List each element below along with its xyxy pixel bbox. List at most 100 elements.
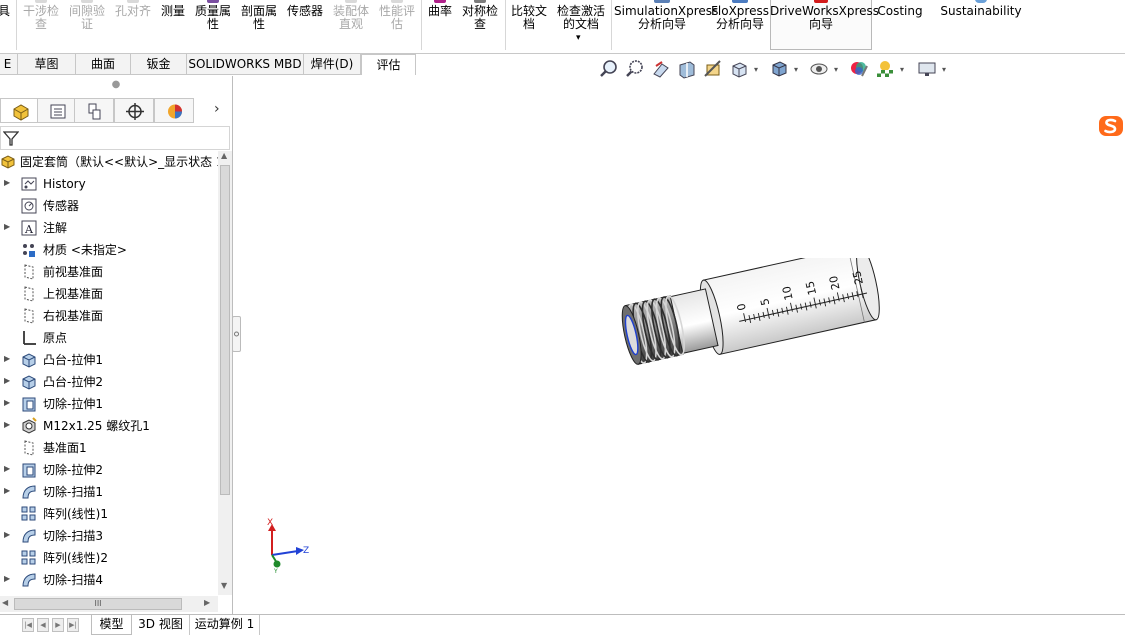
ribbon-separator [421,0,422,50]
display-style-icon[interactable] [768,58,790,80]
expand-arrow-icon[interactable]: ▶ [4,574,10,583]
plane-icon [24,286,34,302]
tree-item[interactable]: 上视基准面 [0,283,218,305]
previous-view-icon[interactable] [650,58,672,80]
costing-label: Costing [877,4,923,18]
panel-grip[interactable]: ● [0,76,232,96]
tree-item-label: 切除-扫描1 [43,485,103,499]
expand-arrow-icon[interactable]: ▶ [4,376,10,385]
model-sleeve[interactable]: 0510 15 20 25 [600,258,890,418]
tree-filter[interactable] [0,126,230,150]
tree-item[interactable]: ▶ A 注解 [0,217,218,239]
chevron-down-icon[interactable]: ▾ [834,65,842,74]
horizontal-scroll-thumb[interactable]: III [14,598,182,610]
chevron-down-icon[interactable]: ▾ [942,65,950,74]
scroll-right-icon[interactable]: ▶ [204,598,210,607]
driveworksxpress-button[interactable]: DriveWorksXpress 向导 [770,0,879,50]
scroll-left-icon[interactable]: ◀ [2,598,8,607]
tree-item[interactable]: ▶ 切除-扫描1 [0,481,218,503]
tree-item[interactable]: 传感器 [0,195,218,217]
section-view-icon[interactable] [676,58,698,80]
tree-item[interactable]: 阵列(线性)1 [0,503,218,525]
tree-item[interactable]: ▶ 切除-扫描4 [0,569,218,591]
command-manager-ribbon: 具 干涉检 查 间隙验 证 孔对齐 测量 质量属 性 剖面属 性 传感器 装配体… [0,0,1125,54]
tab-features[interactable]: E [0,54,18,75]
prev-tab-icon[interactable]: ◀ [37,618,49,632]
expand-arrow-icon[interactable]: ▶ [4,486,10,495]
chevron-down-icon[interactable]: ▾ [754,65,762,74]
tree-item[interactable]: 右视基准面 [0,305,218,327]
annotation-icon: A [21,220,37,236]
tab-property-manager[interactable] [37,98,77,123]
expand-arrow-icon[interactable]: ▶ [4,530,10,539]
filter-icon [3,131,19,146]
expand-arrow-icon[interactable]: ▶ [4,420,10,429]
assembly-visualization-icon [345,0,357,3]
reference-triad[interactable]: X Z Y [262,515,312,573]
first-tab-icon[interactable]: |◀ [22,618,34,632]
tree-item[interactable]: ▶ 切除-扫描3 [0,525,218,547]
tab-sheet-metal[interactable]: 钣金 [131,54,187,75]
tree-item[interactable]: ▶ 凸台-拉伸1 [0,349,218,371]
tree-item[interactable]: ▶ 凸台-拉伸2 [0,371,218,393]
edit-appearance-icon[interactable] [848,58,870,80]
chevron-right-icon[interactable]: › [214,101,220,117]
expand-arrow-icon[interactable]: ▶ [4,398,10,407]
scroll-down-icon[interactable]: ▼ [221,581,227,590]
expand-arrow-icon[interactable]: ▶ [4,178,10,187]
expand-arrow-icon[interactable]: ▶ [4,354,10,363]
tree-horizontal-scrollbar[interactable]: ◀ III ▶ [0,596,218,612]
zoom-to-area-icon[interactable] [624,58,646,80]
tree-item-label: 传感器 [43,199,80,213]
tree-item-label: 切除-拉伸2 [43,463,103,477]
tree-item[interactable]: 前视基准面 [0,261,218,283]
compare-documents-label: 比较文 档 [510,4,547,31]
tab-sketch[interactable]: 草图 [18,54,76,75]
tab-evaluate[interactable]: 评估 [361,54,416,75]
vertical-scroll-thumb[interactable] [220,165,230,495]
tree-item[interactable]: ▶ History [0,173,218,195]
tree-item[interactable]: ▶ 切除-拉伸1 [0,393,218,415]
tree-item[interactable]: ▶ 切除-拉伸2 [0,459,218,481]
expand-arrow-icon[interactable]: ▶ [4,222,10,231]
tab-weldments[interactable]: 焊件(D) [304,54,361,75]
tab-configuration-manager[interactable] [74,98,114,123]
last-tab-icon[interactable]: ▶| [67,618,79,632]
zoom-to-fit-icon[interactable] [598,58,620,80]
tab-3d-views[interactable]: 3D 视图 [132,615,190,635]
apply-scene-icon[interactable] [874,58,896,80]
view-settings-icon[interactable] [916,58,938,80]
next-tab-icon[interactable]: ▶ [52,618,64,632]
chevron-down-icon[interactable]: ▾ [900,65,908,74]
tab-feature-manager[interactable] [0,98,40,123]
tree-root[interactable]: 固定套筒（默认<<默认>_显示状态 1 [0,151,218,173]
tab-dimxpert-manager[interactable] [114,98,154,123]
tab-display-manager[interactable] [154,98,194,123]
input-method-icon[interactable] [1097,112,1125,140]
tree-item[interactable]: 阵列(线性)2 [0,547,218,569]
section-properties-label: 剖面属 性 [240,4,277,31]
expand-arrow-icon[interactable]: ▶ [4,464,10,473]
hole-alignment-icon [127,0,139,3]
tree-item[interactable]: ▶ M12x1.25 螺纹孔1 [0,415,218,437]
tree-item[interactable]: 基准面1 [0,437,218,459]
scroll-up-icon[interactable]: ▲ [221,151,227,160]
tree-root-label: 固定套筒（默认<<默认>_显示状态 1 [20,155,218,169]
tab-surfaces[interactable]: 曲面 [76,54,131,75]
panel-splitter-handle[interactable] [232,316,241,352]
tree-item-label: 凸台-拉伸1 [43,353,103,367]
assembly-visualization-label: 装配体 直观 [332,4,369,31]
tab-solidworks-mbd[interactable]: SOLIDWORKS MBD [187,54,304,75]
tree-vertical-scrollbar[interactable]: ▲ ▼ [218,151,232,595]
chevron-down-icon[interactable]: ▾ [576,32,581,45]
tree-item-label: 注解 [43,221,68,235]
tab-model[interactable]: 模型 [91,615,132,635]
view-orientation-icon[interactable] [728,58,750,80]
chevron-down-icon[interactable]: ▾ [794,65,802,74]
tree-item-label: 上视基准面 [43,287,104,301]
tab-motion-study[interactable]: 运动算例 1 [190,615,260,635]
tree-item[interactable]: 材质 <未指定> [0,239,218,261]
dynamic-annotation-icon[interactable] [702,58,724,80]
tree-item[interactable]: 原点 [0,327,218,349]
hide-show-items-icon[interactable] [808,58,830,80]
